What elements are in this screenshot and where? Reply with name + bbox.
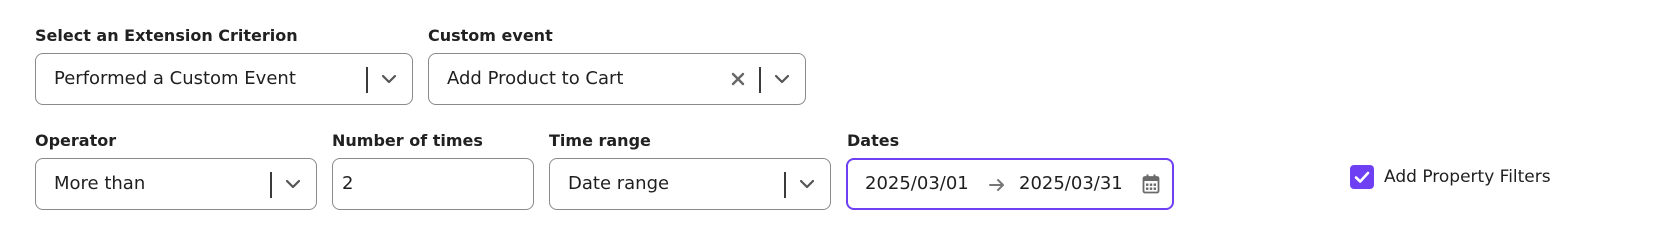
select-divider — [784, 172, 786, 198]
select-divider — [270, 172, 272, 198]
time-range-label: Time range — [549, 131, 651, 150]
number-of-times-value: 2 — [342, 173, 354, 194]
close-icon[interactable] — [728, 69, 748, 89]
operator-label: Operator — [35, 131, 117, 150]
custom-event-select[interactable]: Add Product to Cart — [428, 53, 806, 105]
dates-label: Dates — [847, 131, 900, 150]
number-of-times-input[interactable]: 2 — [332, 158, 534, 210]
time-range-select[interactable]: Date range — [549, 158, 831, 210]
calendar-icon[interactable] — [1142, 174, 1160, 194]
start-date-input[interactable]: 2025/03/01 — [865, 159, 969, 209]
time-range-value: Date range — [568, 173, 670, 194]
operator-value: More than — [54, 173, 146, 194]
criterion-label: Select an Extension Criterion — [35, 26, 298, 45]
number-of-times-label: Number of times — [332, 131, 483, 150]
criterion-select[interactable]: Performed a Custom Event — [35, 53, 413, 105]
criterion-value: Performed a Custom Event — [54, 68, 296, 89]
custom-event-value: Add Product to Cart — [447, 68, 624, 89]
checkmark-icon — [1354, 171, 1370, 183]
chevron-down-icon[interactable] — [797, 174, 817, 194]
property-filters-label[interactable]: Add Property Filters — [1384, 165, 1551, 189]
select-divider — [759, 67, 761, 93]
chevron-down-icon[interactable] — [379, 69, 399, 89]
date-range-picker[interactable]: 2025/03/01 2025/03/31 — [846, 158, 1174, 210]
select-divider — [366, 67, 368, 93]
arrow-right-icon — [989, 179, 1004, 191]
operator-select[interactable]: More than — [35, 158, 317, 210]
property-filters-checkbox[interactable] — [1350, 165, 1374, 189]
end-date-input[interactable]: 2025/03/31 — [1019, 159, 1123, 209]
custom-event-label: Custom event — [428, 26, 553, 45]
chevron-down-icon[interactable] — [772, 69, 792, 89]
chevron-down-icon[interactable] — [283, 174, 303, 194]
